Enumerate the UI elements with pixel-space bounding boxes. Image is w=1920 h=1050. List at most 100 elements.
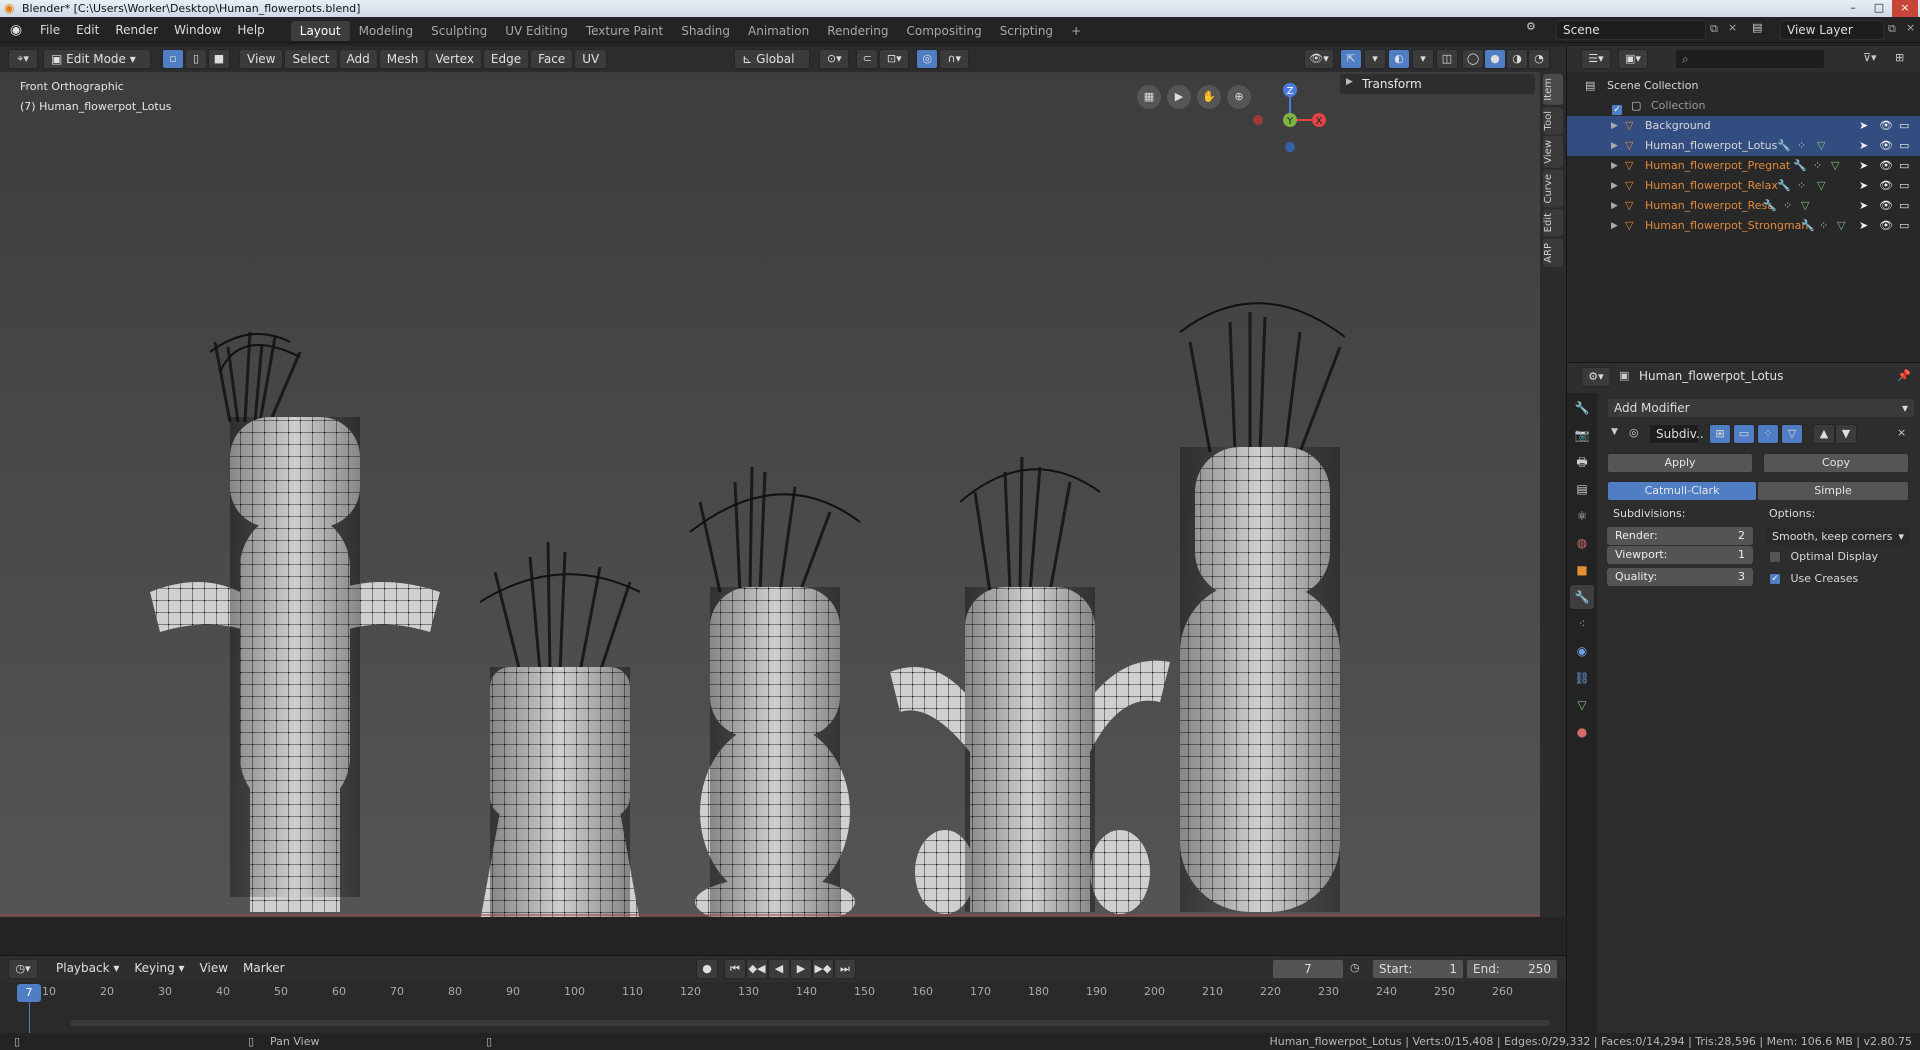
tab-scripting[interactable]: Scripting [991, 21, 1062, 41]
pin-icon[interactable]: 📌 [1897, 369, 1911, 382]
outliner-item-background[interactable]: ▶ ▽ Background ➤ 👁 ▭ [1567, 116, 1920, 136]
render-toggle-icon[interactable]: ▭ [1899, 216, 1909, 236]
use-creases-checkbox[interactable]: ✓ [1769, 573, 1781, 585]
apply-button[interactable]: Apply [1607, 453, 1753, 473]
menu-render[interactable]: Render [107, 17, 166, 43]
outliner-scene-collection[interactable]: ▤ Scene Collection [1567, 76, 1920, 96]
simple-button[interactable]: Simple [1757, 481, 1909, 501]
outliner-collection[interactable]: ✓ ▢ Collection [1567, 96, 1920, 116]
gizmo-toggle-icon[interactable]: ⇱ [1340, 49, 1362, 69]
show-in-viewport-icon[interactable]: ▭ [1733, 424, 1755, 444]
tab-item[interactable]: Item [1543, 74, 1563, 105]
eye-icon[interactable]: 👁 [1879, 116, 1893, 136]
expand-icon[interactable]: ▶ [1611, 156, 1618, 176]
menu-face[interactable]: Face [530, 49, 574, 69]
playhead[interactable]: 7 [17, 984, 41, 1002]
flowerpot-figure-2[interactable] [479, 541, 641, 917]
tool-tab-icon[interactable]: 🔧 [1570, 396, 1594, 420]
render-toggle-icon[interactable]: ▭ [1899, 176, 1909, 196]
gizmo-menu-icon[interactable]: ▾ [1364, 49, 1386, 69]
material-shading-icon[interactable]: ◑ [1506, 49, 1528, 69]
close-button[interactable]: × [1892, 0, 1918, 17]
expand-icon[interactable]: ▶ [1611, 216, 1618, 236]
scene-tab-icon[interactable]: ⚛ [1570, 504, 1594, 528]
3d-viewport[interactable]: Front Orthographic (7) Human_flowerpot_L… [0, 72, 1540, 917]
rendered-shading-icon[interactable]: ◔ [1528, 49, 1550, 69]
menu-help[interactable]: Help [229, 17, 272, 43]
minimize-button[interactable]: – [1840, 0, 1866, 17]
flowerpot-figure-3-lotus[interactable] [689, 466, 861, 917]
data-tab-icon[interactable]: ▽ [1570, 693, 1594, 717]
quality-field[interactable]: Quality: 3 [1607, 568, 1753, 586]
show-in-editmode-icon[interactable]: ⊞ [1709, 424, 1731, 444]
tab-shading[interactable]: Shading [672, 21, 739, 41]
tab-sculpting[interactable]: Sculpting [422, 21, 496, 41]
use-creases-option[interactable]: ✓ Use Creases [1769, 572, 1858, 585]
editor-type-icon[interactable]: ⌖▾ [8, 49, 38, 69]
menu-vertex[interactable]: Vertex [427, 49, 482, 69]
physics-tab-icon[interactable]: ◉ [1570, 639, 1594, 663]
outliner-search-input[interactable]: ⌕ [1675, 49, 1825, 69]
expand-icon[interactable]: ▶ [1611, 116, 1618, 136]
start-frame-field[interactable]: Start: 1 [1372, 959, 1464, 979]
tab-texture-paint[interactable]: Texture Paint [577, 21, 672, 41]
blender-menu-icon[interactable]: ◉ [0, 22, 32, 38]
copy-button[interactable]: Copy [1763, 453, 1909, 473]
on-cage-icon[interactable]: ▽ [1781, 424, 1803, 444]
next-keyframe-icon[interactable]: ▶◆ [812, 959, 834, 979]
select-toggle-icon[interactable]: ➤ [1859, 176, 1868, 196]
menu-edge[interactable]: Edge [482, 49, 530, 69]
catmull-clark-button[interactable]: Catmull-Clark [1607, 481, 1757, 501]
tab-curve[interactable]: Curve [1543, 169, 1563, 208]
outliner-item-strongman[interactable]: ▶ ▽ Human_flowerpot_Strongman 🔧 ⁘ ▽ ➤ 👁 … [1567, 216, 1920, 236]
timeline-scrollbar[interactable] [70, 1020, 1550, 1026]
tab-compositing[interactable]: Compositing [897, 21, 990, 41]
tab-modeling[interactable]: Modeling [350, 21, 423, 41]
scene-selector[interactable]: Scene [1556, 20, 1706, 40]
outliner-item-relax[interactable]: ▶ ▽ Human_flowerpot_Relax 🔧 ⁘ ▽ ➤ 👁 ▭ [1567, 176, 1920, 196]
select-toggle-icon[interactable]: ➤ [1859, 136, 1868, 156]
tab-view[interactable]: View [1543, 136, 1563, 168]
delete-scene-icon[interactable]: × [1728, 21, 1737, 34]
play-reverse-icon[interactable]: ◀ [768, 959, 790, 979]
modifier-tab-icon[interactable]: 🔧 [1570, 585, 1594, 609]
tab-animation[interactable]: Animation [739, 21, 818, 41]
orientation-selector[interactable]: ⊾ Global ▾ [734, 49, 811, 84]
menu-edit[interactable]: Edit [68, 17, 107, 43]
constraints-tab-icon[interactable]: ⛓ [1570, 666, 1594, 690]
render-levels-field[interactable]: Render: 2 [1607, 527, 1753, 545]
solid-shading-icon[interactable]: ● [1484, 49, 1506, 69]
flowerpot-figure-4[interactable] [890, 456, 1170, 914]
expand-icon[interactable]: ▶ [1611, 196, 1618, 216]
menu-keying[interactable]: Keying ▾ [127, 959, 191, 979]
edge-select-icon[interactable]: ▯ [185, 49, 207, 69]
expand-icon[interactable]: ▶ [1611, 136, 1618, 156]
tab-layout[interactable]: Layout [290, 21, 350, 41]
tab-edit[interactable]: Edit [1543, 209, 1563, 237]
modifier-name-field[interactable]: Subdiv.. [1649, 424, 1704, 444]
display-mode-icon[interactable]: ▣▾ [1618, 49, 1648, 69]
current-frame-field[interactable]: 7 [1272, 959, 1344, 979]
view-layer-selector[interactable]: View Layer [1780, 20, 1884, 40]
menu-marker[interactable]: Marker [236, 959, 291, 979]
menu-mesh[interactable]: Mesh [378, 49, 427, 69]
mesh-scene[interactable] [0, 72, 1540, 917]
preview-range-icon[interactable]: ◷ [1350, 961, 1360, 974]
render-tab-icon[interactable]: 📷 [1570, 423, 1594, 447]
mode-selector[interactable]: ▣ Edit Mode ▾ [43, 49, 151, 69]
menu-playback[interactable]: Playback ▾ [49, 959, 126, 979]
prev-keyframe-icon[interactable]: ◆◀ [746, 959, 768, 979]
play-icon[interactable]: ▶ [790, 959, 812, 979]
output-tab-icon[interactable]: 🖶 [1570, 450, 1594, 474]
new-collection-icon[interactable]: ⊞ [1895, 51, 1904, 64]
eye-icon[interactable]: 👁 [1879, 176, 1893, 196]
remove-modifier-icon[interactable]: × [1897, 426, 1906, 439]
view-layer-tab-icon[interactable]: ▤ [1570, 477, 1594, 501]
visibility-icon[interactable]: 👁▾ [1304, 49, 1334, 69]
eye-icon[interactable]: 👁 [1879, 136, 1893, 156]
optimal-display-checkbox[interactable] [1769, 551, 1781, 563]
outliner-item-pregnat[interactable]: ▶ ▽ Human_flowerpot_Pregnat 🔧 ⁘ ▽ ➤ 👁 ▭ [1567, 156, 1920, 176]
pivot-point-icon[interactable]: ⊙▾ [819, 49, 850, 69]
material-tab-icon[interactable]: ● [1570, 720, 1594, 744]
jump-end-icon[interactable]: ⏭ [834, 959, 856, 979]
